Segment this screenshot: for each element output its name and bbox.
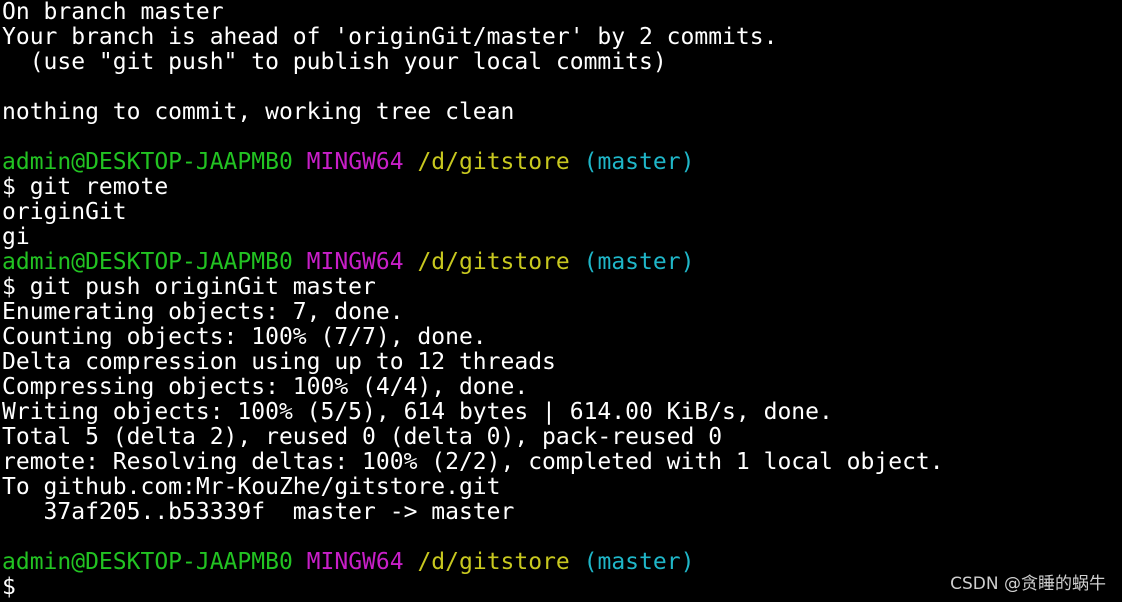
output-text: Writing objects: 100% (5/5), 614 bytes |…: [2, 400, 833, 425]
output-line: nothing to commit, working tree clean: [2, 100, 1120, 125]
output-text: originGit: [2, 200, 127, 225]
prompt-path: /d/gitstore: [417, 250, 570, 275]
prompt-branch: (master): [583, 250, 695, 275]
prompt-user-host: admin@DESKTOP-JAAPMB0: [2, 550, 293, 575]
output-line: Writing objects: 100% (5/5), 614 bytes |…: [2, 400, 1120, 425]
prompt-path: /d/gitstore: [417, 550, 570, 575]
output-line: 37af205..b53339f master -> master: [2, 500, 1120, 525]
output-line: Total 5 (delta 2), reused 0 (delta 0), p…: [2, 425, 1120, 450]
output-line: gi: [2, 225, 1120, 250]
output-text: nothing to commit, working tree clean: [2, 100, 515, 125]
output-line: On branch master: [2, 0, 1120, 25]
output-line: To github.com:Mr-KouZhe/gitstore.git: [2, 475, 1120, 500]
command-text: $: [2, 575, 16, 600]
output-text: To github.com:Mr-KouZhe/gitstore.git: [2, 475, 501, 500]
prompt-path: /d/gitstore: [417, 150, 570, 175]
output-text: Counting objects: 100% (7/7), done.: [2, 325, 487, 350]
prompt-user-host: admin@DESKTOP-JAAPMB0: [2, 150, 293, 175]
prompt-mingw: MINGW64: [306, 550, 404, 575]
prompt-branch: (master): [583, 550, 695, 575]
output-line: Compressing objects: 100% (4/4), done.: [2, 375, 1120, 400]
output-line: (use "git push" to publish your local co…: [2, 50, 1120, 75]
output-text: 37af205..b53339f master -> master: [2, 500, 515, 525]
command-text: $ git push originGit master: [2, 275, 376, 300]
command-line: $ git push originGit master: [2, 275, 1120, 300]
prompt-user-host: admin@DESKTOP-JAAPMB0: [2, 250, 293, 275]
output-text: remote: Resolving deltas: 100% (2/2), co…: [2, 450, 944, 475]
prompt-mingw: MINGW64: [306, 250, 404, 275]
output-line: remote: Resolving deltas: 100% (2/2), co…: [2, 450, 1120, 475]
output-text: On branch master: [2, 0, 224, 25]
prompt-mingw: MINGW64: [306, 150, 404, 175]
output-text: Compressing objects: 100% (4/4), done.: [2, 375, 529, 400]
output-line: Enumerating objects: 7, done.: [2, 300, 1120, 325]
prompt-branch: (master): [583, 150, 695, 175]
output-text: (use "git push" to publish your local co…: [2, 50, 667, 75]
output-line: Delta compression using up to 12 threads: [2, 350, 1120, 375]
output-line: Your branch is ahead of 'originGit/maste…: [2, 25, 1120, 50]
output-text: Delta compression using up to 12 threads: [2, 350, 556, 375]
output-text: Your branch is ahead of 'originGit/maste…: [2, 25, 778, 50]
output-line: Counting objects: 100% (7/7), done.: [2, 325, 1120, 350]
output-text: Enumerating objects: 7, done.: [2, 300, 404, 325]
command-line: $ git remote: [2, 175, 1120, 200]
prompt-line: admin@DESKTOP-JAAPMB0 MINGW64 /d/gitstor…: [2, 150, 1120, 175]
csdn-watermark: CSDN @贪睡的蜗牛: [950, 574, 1106, 594]
output-line: originGit: [2, 200, 1120, 225]
command-text: $ git remote: [2, 175, 169, 200]
terminal-output[interactable]: On branch master Your branch is ahead of …: [2, 0, 1120, 602]
prompt-line: admin@DESKTOP-JAAPMB0 MINGW64 /d/gitstor…: [2, 250, 1120, 275]
output-text: Total 5 (delta 2), reused 0 (delta 0), p…: [2, 425, 723, 450]
output-text: gi: [2, 225, 30, 250]
